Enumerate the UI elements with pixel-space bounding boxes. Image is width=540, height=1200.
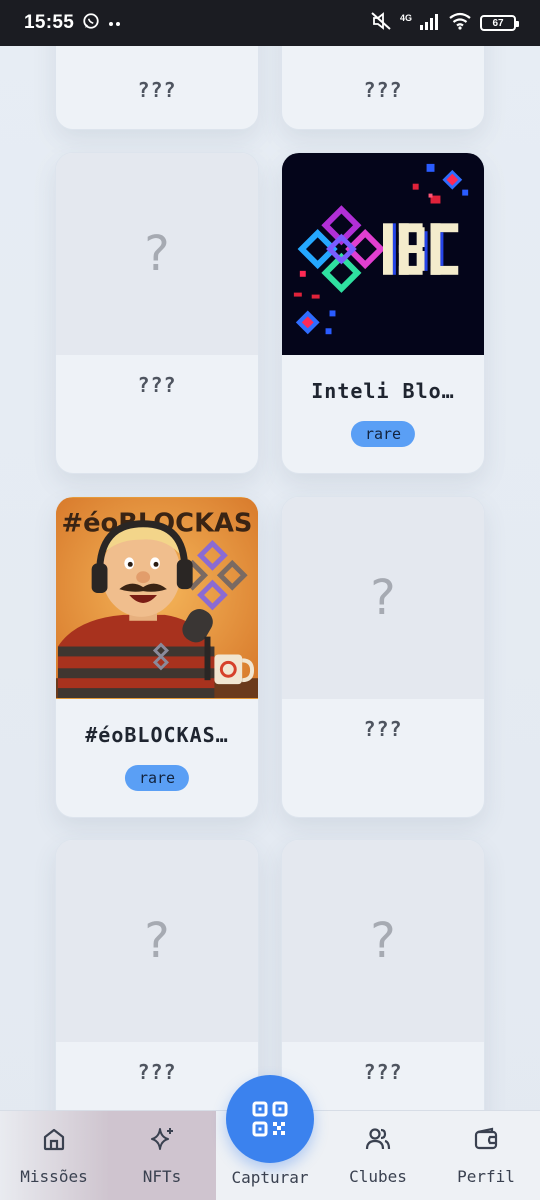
nft-artwork-eoblockas: #éoBLOCKAS (56, 497, 258, 699)
nft-card-placeholder: ? (56, 840, 258, 1042)
battery-level: 67 (492, 17, 504, 29)
status-time: 15:55 (24, 12, 75, 33)
nft-card-name: #éoBLOCKAS… (85, 723, 229, 747)
rarity-badge: rare (350, 421, 416, 447)
nav-label: Missões (20, 1167, 88, 1186)
nft-card-locked[interactable]: ? ??? (281, 839, 485, 1110)
nft-card-placeholder: ? (282, 840, 484, 1042)
network-type: 4G (399, 13, 412, 23)
whatsapp-icon (82, 12, 100, 35)
nft-card-locked[interactable]: ??? (281, 46, 485, 130)
nft-card-name: ??? (137, 1060, 177, 1084)
nft-card-placeholder: ? (282, 497, 484, 699)
capture-button[interactable] (226, 1075, 314, 1163)
nav-label: Perfil (457, 1167, 515, 1186)
capture-label: Capturar (231, 1168, 309, 1187)
nft-card-inteli-blockchain[interactable]: Inteli Blo… rare (281, 152, 485, 474)
nft-card-locked[interactable]: ? ??? (281, 496, 485, 818)
nav-item-perfil[interactable]: Perfil (432, 1111, 540, 1200)
nft-card-placeholder: ? (56, 153, 258, 355)
question-mark-icon: ? (370, 913, 396, 969)
nft-card-name: ??? (137, 78, 177, 102)
nav-label: NFTs (142, 1167, 182, 1186)
status-bar: 15:55 4G 67 (0, 0, 540, 46)
nav-item-missoes[interactable]: Missões (0, 1111, 108, 1200)
nft-card-locked[interactable]: ??? (55, 46, 259, 130)
nft-card-name: ??? (363, 717, 403, 741)
nav-item-clubes[interactable]: Clubes (324, 1111, 432, 1200)
nft-card-name: Inteli Blo… (311, 379, 455, 403)
home-icon (43, 1128, 65, 1151)
nft-card-locked[interactable]: ? ??? (55, 152, 259, 474)
nft-collection-grid: ??? ??? ? ??? Inteli Blo… rare #éoBLOCKA… (0, 46, 540, 1110)
question-mark-icon: ? (144, 913, 170, 969)
nav-item-nfts[interactable]: NFTs (108, 1111, 216, 1200)
rarity-badge: rare (124, 765, 190, 791)
nft-artwork-ibc (282, 153, 484, 355)
nft-card-name: ??? (363, 1060, 403, 1084)
nav-label: Clubes (349, 1167, 407, 1186)
users-icon (365, 1128, 391, 1150)
signal-icon (420, 12, 440, 35)
wifi-icon (448, 12, 472, 35)
nft-card-name: ??? (137, 373, 177, 397)
qr-code-icon (252, 1101, 288, 1137)
sparkles-icon (151, 1128, 173, 1150)
more-notifications-icon (108, 14, 122, 32)
nft-card-eoblockas[interactable]: #éoBLOCKAS #éoBLOCKAS… rare (55, 496, 259, 818)
mute-icon (370, 11, 392, 36)
question-mark-icon: ? (370, 570, 396, 626)
wallet-icon (474, 1127, 498, 1150)
battery-icon: 67 (480, 15, 519, 31)
question-mark-icon: ? (144, 226, 170, 282)
nft-card-name: ??? (363, 78, 403, 102)
nft-card-locked[interactable]: ? ??? (55, 839, 259, 1110)
